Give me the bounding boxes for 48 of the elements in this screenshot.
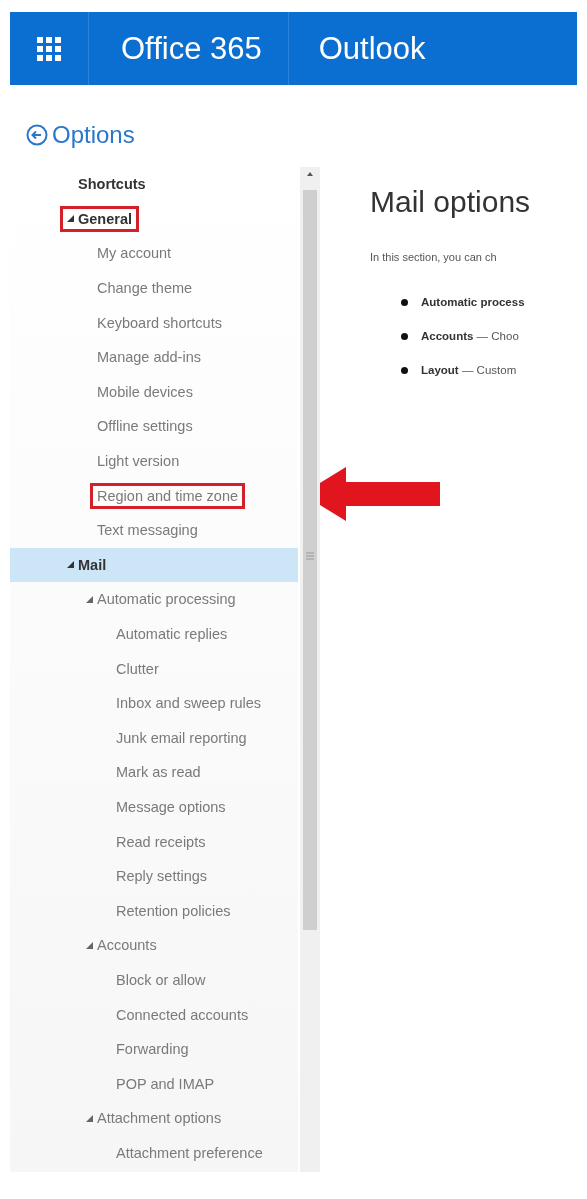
app-title[interactable]: Outlook <box>288 12 452 85</box>
tree-item[interactable]: Junk email reporting <box>10 720 298 756</box>
tree-item[interactable]: Region and time zone <box>10 478 298 513</box>
tree-item[interactable]: Automatic replies <box>10 616 298 652</box>
bullet-icon <box>401 332 408 340</box>
page-title: Mail options <box>370 185 532 219</box>
tree-item[interactable]: Light version <box>10 443 298 479</box>
tree-item[interactable]: POP and IMAP <box>10 1066 298 1102</box>
tree-item[interactable]: Clutter <box>10 651 298 686</box>
tree-item[interactable]: Inbox and sweep rules <box>10 685 298 721</box>
tree-item[interactable]: Manage add-ins <box>10 339 298 375</box>
tree-item[interactable]: Retention policies <box>10 893 298 929</box>
tree-item[interactable]: Mobile devices <box>10 374 298 410</box>
intro-text: In this section, you can ch <box>370 251 498 263</box>
tree-item[interactable]: Mail <box>10 547 298 583</box>
tree-item[interactable]: Connected accounts <box>10 997 298 1032</box>
app-launcher-icon[interactable] <box>36 35 62 62</box>
bullet-text: Automatic process <box>421 296 525 308</box>
back-link[interactable]: Options <box>26 121 135 149</box>
tree-item[interactable]: Shortcuts <box>10 167 298 202</box>
tree-item[interactable]: Text messaging <box>10 512 298 548</box>
tree-item[interactable]: Keyboard shortcuts <box>10 305 298 340</box>
brand-title[interactable]: Office 365 <box>89 12 289 85</box>
expanded-triangle-icon[interactable] <box>86 941 93 949</box>
tree-item[interactable]: Read receipts <box>10 824 298 859</box>
tree-item[interactable]: Automatic processing <box>10 582 298 617</box>
tree-item[interactable]: Attachment options <box>10 1101 298 1136</box>
bullet-text: Layout — Custom <box>421 364 517 376</box>
expanded-triangle-icon[interactable] <box>86 595 93 603</box>
tree-item[interactable]: My account <box>10 236 298 271</box>
tree-item[interactable]: Offline settings <box>10 409 298 444</box>
tree-item[interactable]: Attachment preference <box>10 1135 298 1171</box>
expanded-triangle-icon[interactable] <box>86 1114 93 1122</box>
expanded-triangle-icon[interactable] <box>67 561 74 569</box>
bullet-icon <box>401 366 408 374</box>
bullet-icon <box>401 298 408 306</box>
tree-item[interactable]: Forwarding <box>10 1031 298 1067</box>
tree-item[interactable]: Change theme <box>10 270 298 306</box>
tree-item[interactable]: Reply settings <box>10 858 298 894</box>
scrollbar[interactable] <box>300 167 320 1172</box>
back-icon <box>26 124 48 146</box>
tree-item[interactable]: General <box>10 201 298 237</box>
tree-item[interactable]: Mark as read <box>10 755 298 790</box>
bullet-text: Accounts — Choo <box>421 330 519 342</box>
tree-item[interactable]: Message options <box>10 789 298 825</box>
expanded-triangle-icon[interactable] <box>67 215 74 223</box>
tree-item[interactable]: Accounts <box>10 928 298 963</box>
tree-item[interactable]: Block or allow <box>10 962 298 998</box>
